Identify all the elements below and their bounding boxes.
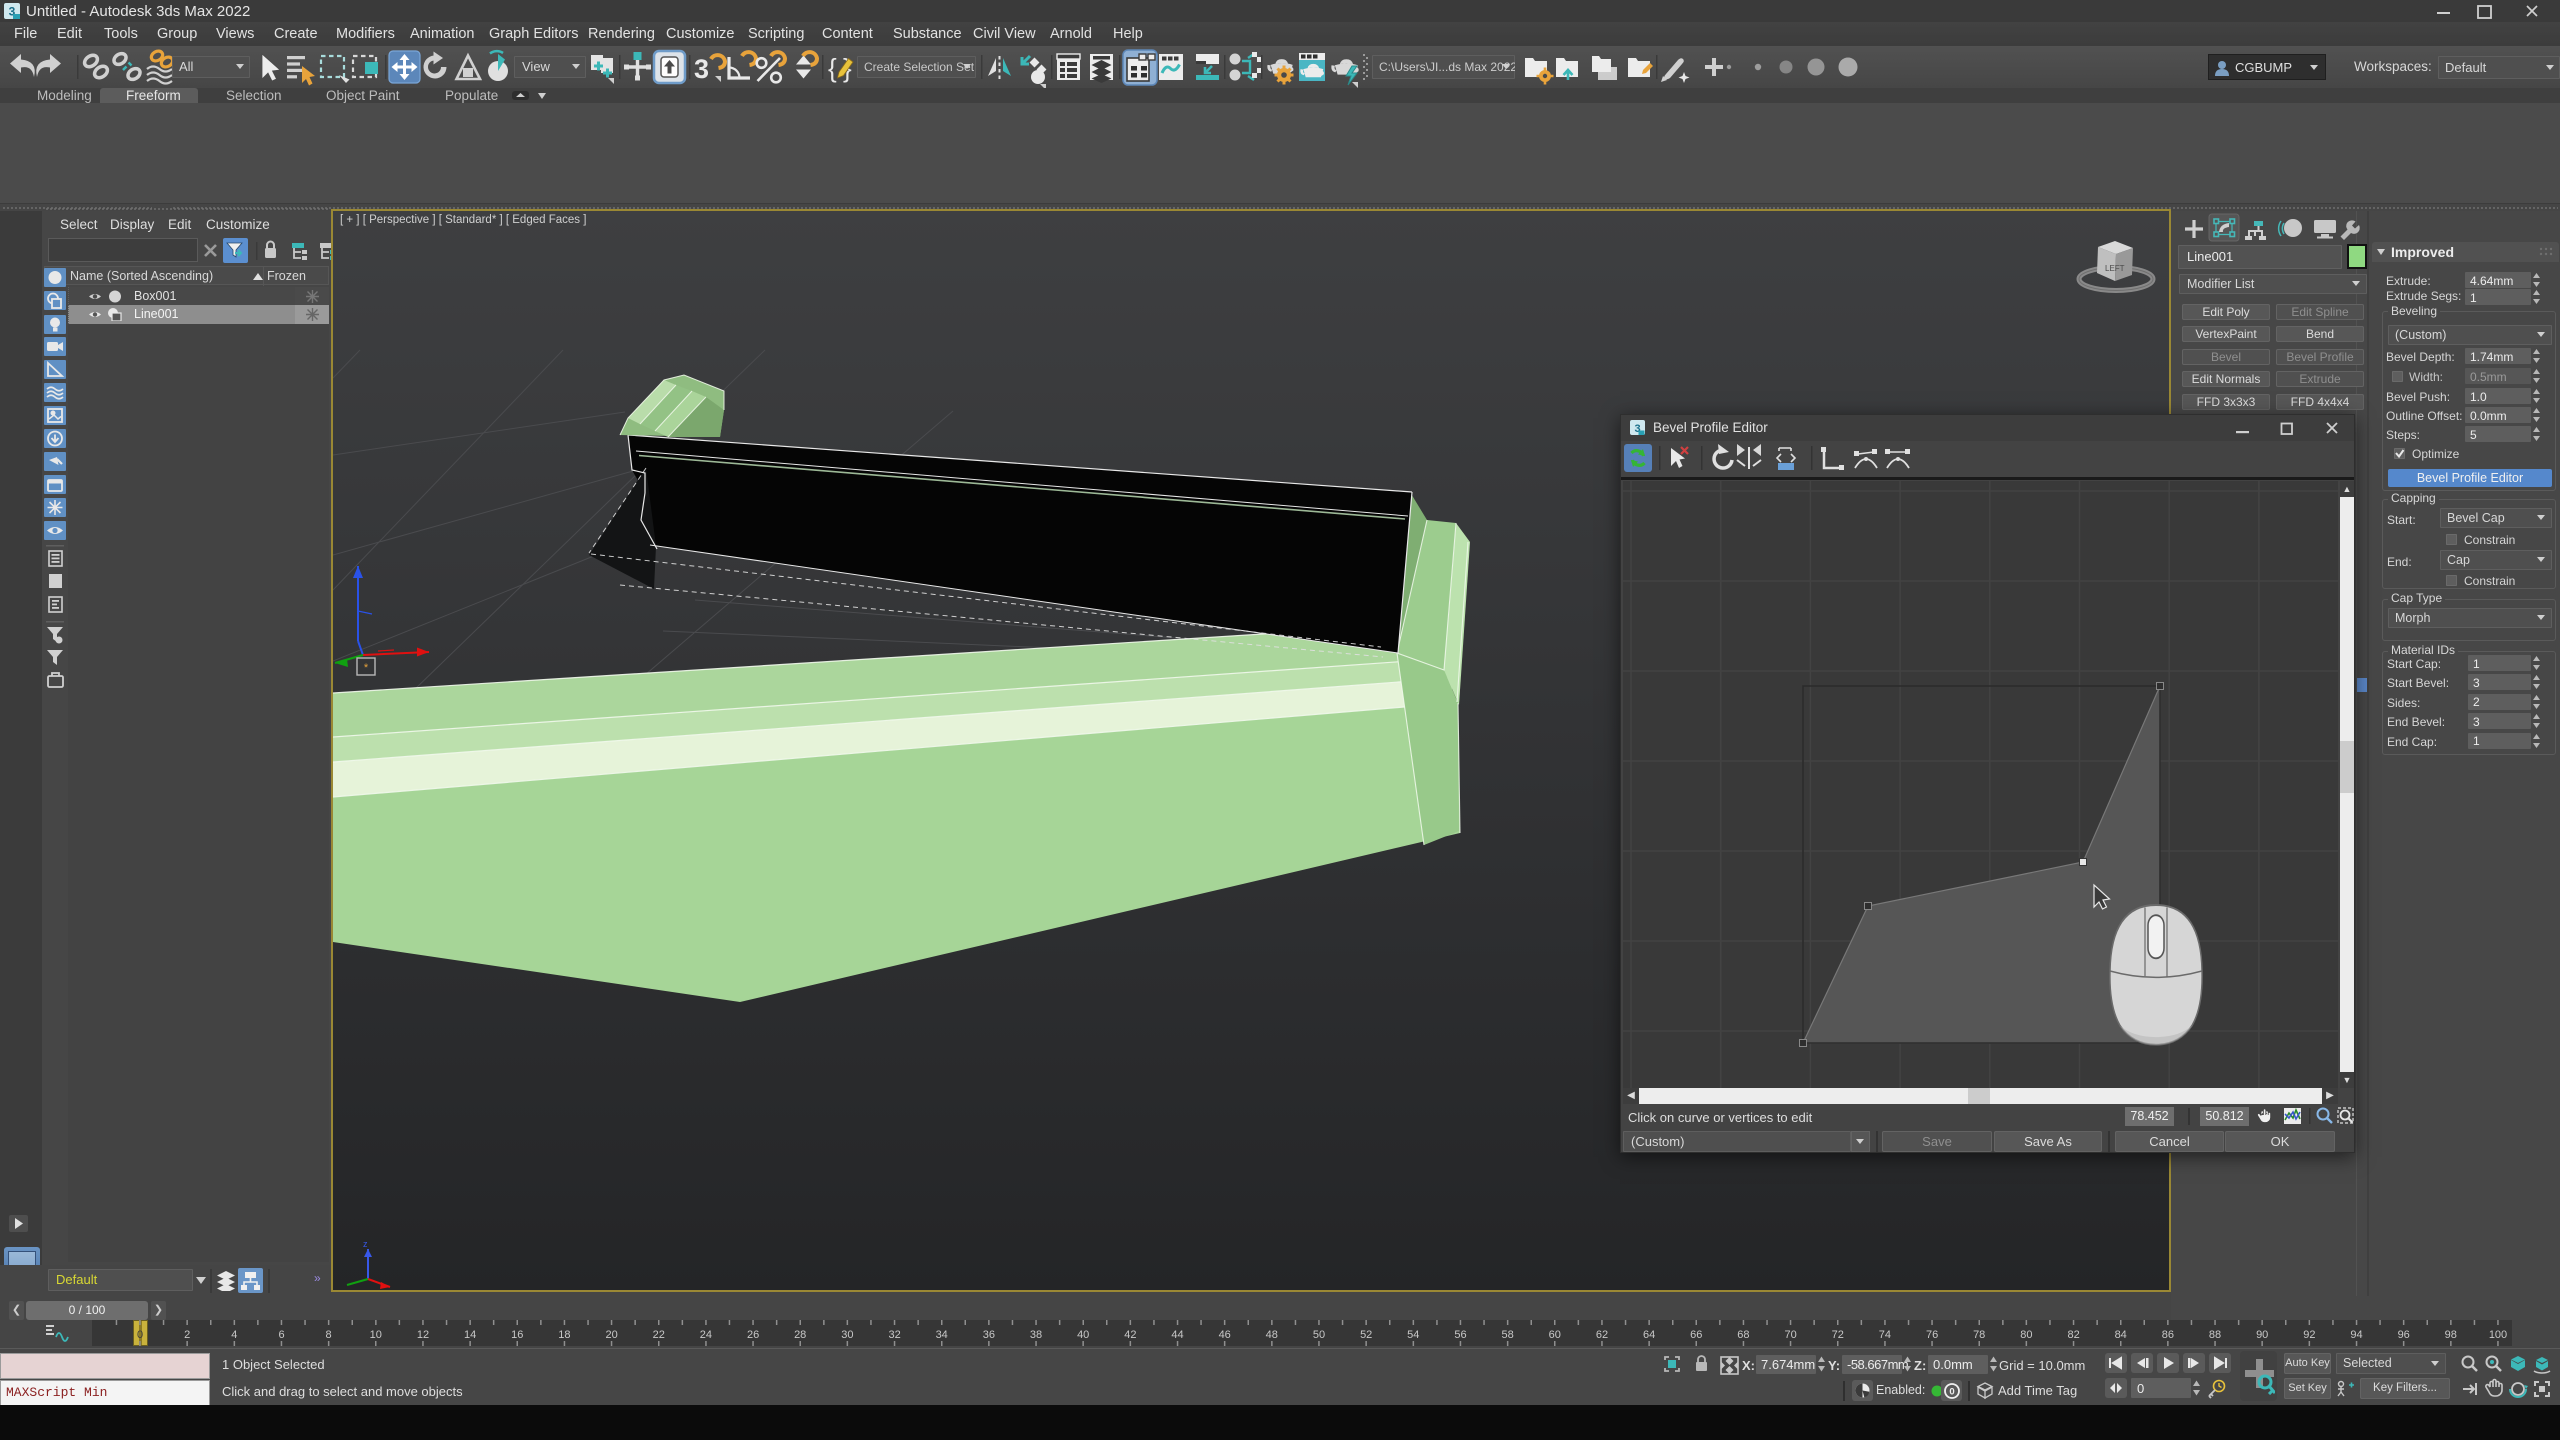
svg-text:58: 58 bbox=[1501, 1329, 1513, 1341]
svg-text:22: 22 bbox=[653, 1329, 665, 1341]
svg-text:90: 90 bbox=[2256, 1329, 2268, 1341]
svg-text:56: 56 bbox=[1454, 1329, 1466, 1341]
svg-text:74: 74 bbox=[1879, 1329, 1891, 1341]
svg-text:80: 80 bbox=[2020, 1329, 2032, 1341]
svg-text:96: 96 bbox=[2398, 1329, 2410, 1341]
svg-text:60: 60 bbox=[1549, 1329, 1561, 1341]
svg-text:78: 78 bbox=[1973, 1329, 1985, 1341]
svg-text:2: 2 bbox=[184, 1329, 190, 1341]
svg-text:28: 28 bbox=[794, 1329, 806, 1341]
svg-text:66: 66 bbox=[1690, 1329, 1702, 1341]
svg-text:12: 12 bbox=[417, 1329, 429, 1341]
svg-text:10: 10 bbox=[370, 1329, 382, 1341]
svg-text:48: 48 bbox=[1266, 1329, 1278, 1341]
svg-text:100: 100 bbox=[2489, 1329, 2507, 1341]
svg-text:38: 38 bbox=[1030, 1329, 1042, 1341]
svg-text:98: 98 bbox=[2445, 1329, 2457, 1341]
svg-text:54: 54 bbox=[1407, 1329, 1419, 1341]
svg-text:70: 70 bbox=[1784, 1329, 1796, 1341]
svg-text:34: 34 bbox=[936, 1329, 948, 1341]
svg-text:*: * bbox=[364, 662, 369, 674]
svg-text:30: 30 bbox=[841, 1329, 853, 1341]
svg-text:14: 14 bbox=[464, 1329, 476, 1341]
svg-text:44: 44 bbox=[1171, 1329, 1183, 1341]
svg-text:88: 88 bbox=[2209, 1329, 2221, 1341]
svg-text:82: 82 bbox=[2067, 1329, 2079, 1341]
svg-text:64: 64 bbox=[1643, 1329, 1655, 1341]
svg-text:50: 50 bbox=[1313, 1329, 1325, 1341]
svg-text:4: 4 bbox=[231, 1329, 237, 1341]
svg-text:92: 92 bbox=[2303, 1329, 2315, 1341]
svg-text:6: 6 bbox=[278, 1329, 284, 1341]
svg-text:{: { bbox=[828, 53, 837, 83]
svg-text:36: 36 bbox=[983, 1329, 995, 1341]
svg-text:94: 94 bbox=[2350, 1329, 2362, 1341]
svg-text:32: 32 bbox=[888, 1329, 900, 1341]
svg-text:0: 0 bbox=[1949, 1386, 1954, 1397]
svg-text:20: 20 bbox=[605, 1329, 617, 1341]
svg-text:62: 62 bbox=[1596, 1329, 1608, 1341]
svg-text:86: 86 bbox=[2162, 1329, 2174, 1341]
svg-text:24: 24 bbox=[700, 1329, 712, 1341]
svg-text:68: 68 bbox=[1737, 1329, 1749, 1341]
svg-text:46: 46 bbox=[1219, 1329, 1231, 1341]
svg-text:18: 18 bbox=[558, 1329, 570, 1341]
svg-text:16: 16 bbox=[511, 1329, 523, 1341]
svg-text:26: 26 bbox=[747, 1329, 759, 1341]
svg-text:z: z bbox=[363, 1239, 368, 1249]
svg-text:LEFT: LEFT bbox=[2105, 264, 2125, 273]
svg-text:3: 3 bbox=[694, 54, 709, 84]
svg-text:0: 0 bbox=[137, 1329, 143, 1341]
svg-text:40: 40 bbox=[1077, 1329, 1089, 1341]
svg-text:42: 42 bbox=[1124, 1329, 1136, 1341]
svg-text:84: 84 bbox=[2115, 1329, 2127, 1341]
svg-text:52: 52 bbox=[1360, 1329, 1372, 1341]
svg-text:72: 72 bbox=[1832, 1329, 1844, 1341]
svg-text:8: 8 bbox=[326, 1329, 332, 1341]
svg-text:76: 76 bbox=[1926, 1329, 1938, 1341]
